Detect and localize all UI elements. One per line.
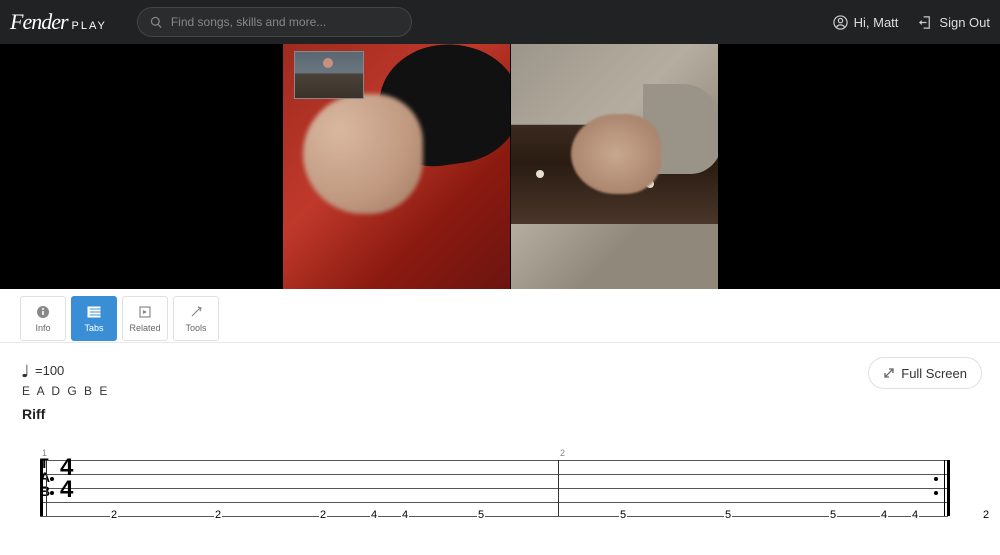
measure-number: 1 xyxy=(42,448,47,458)
measure-number: 2 xyxy=(560,448,565,458)
repeat-dot xyxy=(934,491,938,495)
info-icon xyxy=(36,305,50,319)
song-title: Riff xyxy=(22,406,978,422)
tab-info-label: Info xyxy=(35,323,50,333)
tab-related[interactable]: Related xyxy=(122,296,168,341)
tab-fret-number: 2 xyxy=(982,509,990,521)
tab-fret-number: 4 xyxy=(370,509,378,521)
barline-end xyxy=(944,460,950,516)
logo-sub: PLAY xyxy=(72,20,107,32)
tab-content: Full Screen = 100 E A D G B E Riff TAB 4… xyxy=(0,343,1000,555)
tab-fret-number: 2 xyxy=(214,509,222,521)
tab-fret-number: 4 xyxy=(880,509,888,521)
tab-tools[interactable]: Tools xyxy=(173,296,219,341)
tab-fret-number: 5 xyxy=(829,509,837,521)
signout-button[interactable]: Sign Out xyxy=(918,15,990,30)
tab-fret-number: 4 xyxy=(401,509,409,521)
video-player[interactable] xyxy=(0,44,1000,289)
barline xyxy=(558,460,559,516)
tab-fret-number: 2 xyxy=(110,509,118,521)
barline xyxy=(46,460,47,516)
fullscreen-button[interactable]: Full Screen xyxy=(868,357,982,389)
video-pane-fretboard xyxy=(510,44,717,289)
section-tabs: Info Tabs Related Tools xyxy=(0,289,1000,342)
signout-icon xyxy=(918,15,933,30)
barline-start xyxy=(40,460,43,516)
tab-related-label: Related xyxy=(129,323,160,333)
tab-tools-label: Tools xyxy=(185,323,206,333)
tab-tabs-label: Tabs xyxy=(84,323,103,333)
note-icon xyxy=(22,364,31,378)
repeat-dot xyxy=(50,491,54,495)
header: Fender PLAY Hi, Matt Sign Out xyxy=(0,0,1000,44)
logo-main: Fender xyxy=(10,9,68,35)
signout-text: Sign Out xyxy=(939,15,990,30)
greeting-text: Hi, Matt xyxy=(854,15,899,30)
user-greeting[interactable]: Hi, Matt xyxy=(833,15,899,30)
tab-tabs[interactable]: Tabs xyxy=(71,296,117,341)
logo[interactable]: Fender PLAY xyxy=(10,9,107,35)
tab-fret-number: 4 xyxy=(911,509,919,521)
tab-notation: TAB 4 4 12224452555442 xyxy=(22,460,978,535)
tab-fret-number: 5 xyxy=(477,509,485,521)
tab-fret-number: 5 xyxy=(724,509,732,521)
tempo-prefix: = xyxy=(35,363,43,378)
search-box[interactable] xyxy=(137,7,412,37)
tab-fret-number: 2 xyxy=(319,509,327,521)
tab-info[interactable]: Info xyxy=(20,296,66,341)
tempo: = 100 xyxy=(22,363,978,378)
related-icon xyxy=(138,305,152,319)
user-icon xyxy=(833,15,848,30)
repeat-dot xyxy=(934,477,938,481)
tab-fret-number: 5 xyxy=(619,509,627,521)
pip-instructor-view[interactable] xyxy=(294,51,364,99)
search-input[interactable] xyxy=(171,15,399,29)
search-icon xyxy=(150,16,163,29)
tempo-bpm: 100 xyxy=(43,363,65,378)
tabs-icon xyxy=(87,305,101,319)
fullscreen-icon xyxy=(883,367,895,379)
timesig-bot: 4 xyxy=(60,479,71,501)
tools-icon xyxy=(189,305,203,319)
fullscreen-label: Full Screen xyxy=(901,366,967,381)
repeat-dot xyxy=(50,477,54,481)
tuning: E A D G B E xyxy=(22,384,978,398)
